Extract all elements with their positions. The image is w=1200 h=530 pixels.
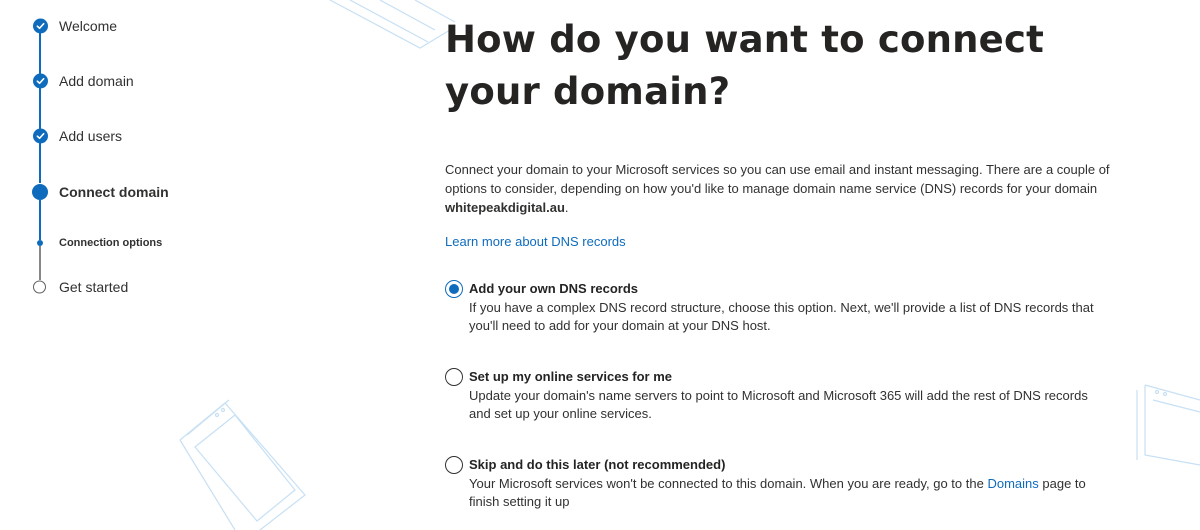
empty-circle-icon [33,280,46,294]
decorative-window-illustration-top [329,0,456,49]
filled-circle-icon [32,184,48,200]
stepper-connector [39,200,41,240]
domain-name: whitepeakdigital.au [445,200,565,215]
step-label: Welcome [59,18,118,34]
intro-suffix: . [564,200,569,215]
learn-more-dns-link[interactable]: Learn more about DNS records [445,234,626,249]
check-icon [33,18,48,34]
step-label: Connect domain [59,184,169,200]
option-description-text: Your Microsoft services won't be connect… [469,476,984,491]
intro-paragraph: Connect your domain to your Microsoft se… [445,160,1110,217]
check-icon [33,73,48,89]
radio-button-selected[interactable] [445,280,463,298]
page-title: How do you want to connect your domain? [445,18,1044,113]
dot-icon [37,240,43,246]
option-title: Skip and do this later (not recommended) [469,457,726,472]
option-title: Set up my online services for me [469,369,673,384]
setup-wizard-page: Welcome Add domain Add users Connect dom… [0,0,1200,530]
stepper-connector [39,246,41,280]
step-label: Add users [59,128,123,144]
step-label: Connection options [59,237,163,249]
stepper-connector [39,32,41,75]
option-description: Update your domain's name servers to poi… [469,388,1088,421]
radio-button[interactable] [445,368,463,386]
stepper-connector [39,88,41,130]
option-description: If you have a complex DNS record structu… [469,300,1094,333]
intro-text: Connect your domain to your Microsoft se… [445,162,1110,196]
step-label: Get started [59,279,129,295]
radio-selected-dot [449,284,459,294]
wizard-stepper: Welcome Add domain Add users Connect dom… [0,0,300,530]
stepper-connector [39,143,41,183]
option-title: Add your own DNS records [469,281,639,296]
radio-button[interactable] [445,456,463,474]
domains-page-link[interactable]: Domains [987,476,1038,491]
step-label: Add domain [59,73,134,89]
option-description: Your Microsoft services won't be connect… [469,475,1099,511]
decorative-window-illustration-right [1136,384,1200,466]
check-icon [33,128,48,144]
